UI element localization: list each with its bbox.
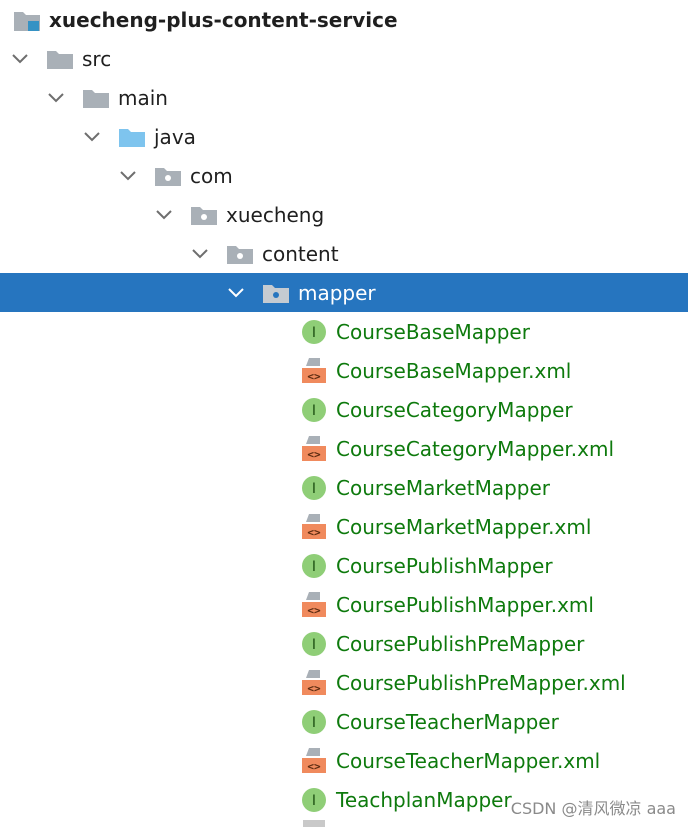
interface-icon: I [299, 709, 329, 735]
svg-text:I: I [312, 559, 316, 575]
tree-row-project[interactable]: xuecheng-plus-content-service [0, 0, 688, 39]
tree-file-row[interactable]: <> CourseCategoryMapper.xml [0, 429, 688, 468]
tree-file-row[interactable]: I CourseTeacherMapper [0, 702, 688, 741]
project-tree: xuecheng-plus-content-service src main j… [0, 0, 688, 827]
file-label: CourseCategoryMapper.xml [336, 436, 615, 461]
tree-row-java[interactable]: java [0, 117, 688, 156]
svg-text:<>: <> [307, 448, 321, 461]
chevron-down-icon[interactable] [227, 284, 245, 302]
file-label: CourseMarketMapper [336, 475, 551, 500]
file-label: CourseBaseMapper [336, 319, 530, 344]
file-label: CoursePublishPreMapper.xml [336, 670, 626, 695]
chevron-down-icon[interactable] [155, 206, 173, 224]
watermark: CSDN @清风微凉 aaa [510, 799, 676, 818]
xml-file-icon: <> [299, 513, 329, 540]
svg-text:I: I [312, 715, 316, 731]
tree-file-row[interactable]: <> CourseTeacherMapper.xml [0, 741, 688, 780]
svg-text:I: I [312, 637, 316, 653]
package-label-xuecheng: xuecheng [226, 202, 325, 227]
chevron-down-icon[interactable] [191, 245, 209, 263]
tree-file-row[interactable]: <> CourseBaseMapper.xml [0, 351, 688, 390]
tree-file-row[interactable]: I CourseMarketMapper [0, 468, 688, 507]
xml-file-icon: <> [299, 669, 329, 696]
tree-row-main[interactable]: main [0, 78, 688, 117]
xml-file-icon: <> [299, 747, 329, 774]
tree-file-row[interactable]: <> CourseMarketMapper.xml [0, 507, 688, 546]
tree-file-row[interactable]: <> CoursePublishPreMapper.xml [0, 663, 688, 702]
chevron-down-icon[interactable] [47, 89, 65, 107]
tree-file-row[interactable]: I CoursePublishMapper [0, 546, 688, 585]
tree-row-mapper[interactable]: mapper [0, 273, 688, 312]
interface-icon: I [299, 631, 329, 657]
tree-row-com[interactable]: com [0, 156, 688, 195]
xml-file-icon: <> [299, 591, 329, 618]
interface-icon: I [299, 319, 329, 345]
svg-text:I: I [312, 481, 316, 497]
file-label: CoursePublishPreMapper [336, 631, 585, 656]
tree-file-row[interactable]: I CourseBaseMapper [0, 312, 688, 351]
package-icon [225, 241, 255, 267]
interface-icon: I [299, 475, 329, 501]
chevron-down-icon[interactable] [11, 50, 29, 68]
folder-label-main: main [118, 85, 168, 110]
tree-file-row[interactable]: <> CoursePublishMapper.xml [0, 585, 688, 624]
file-label: CourseTeacherMapper.xml [336, 748, 601, 773]
package-label-com: com [190, 163, 233, 188]
chevron-down-icon[interactable] [83, 128, 101, 146]
file-label: TeachplanMapper [336, 787, 512, 812]
project-label: xuecheng-plus-content-service [49, 7, 398, 32]
tree-file-row[interactable]: I CoursePublishPreMapper [0, 624, 688, 663]
file-label: CoursePublishMapper [336, 553, 553, 578]
tree-row-content[interactable]: content [0, 234, 688, 273]
interface-icon: I [299, 553, 329, 579]
chevron-down-icon[interactable] [119, 167, 137, 185]
source-root-folder-icon [117, 124, 147, 150]
folder-icon [81, 85, 111, 111]
svg-text:<>: <> [307, 760, 321, 773]
tree-row-src[interactable]: src [0, 39, 688, 78]
svg-text:I: I [312, 793, 316, 809]
module-folder-icon [12, 7, 42, 33]
package-label-mapper: mapper [298, 280, 376, 305]
file-label: CourseMarketMapper.xml [336, 514, 592, 539]
svg-text:<>: <> [307, 370, 321, 383]
package-icon [153, 163, 183, 189]
folder-icon [45, 46, 75, 72]
file-label: CourseTeacherMapper [336, 709, 559, 734]
file-label: CourseCategoryMapper [336, 397, 573, 422]
interface-icon: I [299, 397, 329, 423]
svg-text:<>: <> [307, 526, 321, 539]
package-icon [261, 280, 291, 306]
svg-text:<>: <> [307, 682, 321, 695]
folder-label-src: src [82, 46, 112, 71]
tree-row-xuecheng[interactable]: xuecheng [0, 195, 688, 234]
file-label: CourseBaseMapper.xml [336, 358, 572, 383]
file-label: CoursePublishMapper.xml [336, 592, 594, 617]
interface-icon: I [299, 787, 329, 813]
folder-label-java: java [154, 124, 196, 149]
svg-text:I: I [312, 403, 316, 419]
svg-text:I: I [312, 325, 316, 341]
cut-off-file-icon [303, 820, 325, 827]
xml-file-icon: <> [299, 435, 329, 462]
package-label-content: content [262, 241, 339, 266]
package-icon [189, 202, 219, 228]
tree-file-row[interactable]: I CourseCategoryMapper [0, 390, 688, 429]
svg-text:<>: <> [307, 604, 321, 617]
xml-file-icon: <> [299, 357, 329, 384]
